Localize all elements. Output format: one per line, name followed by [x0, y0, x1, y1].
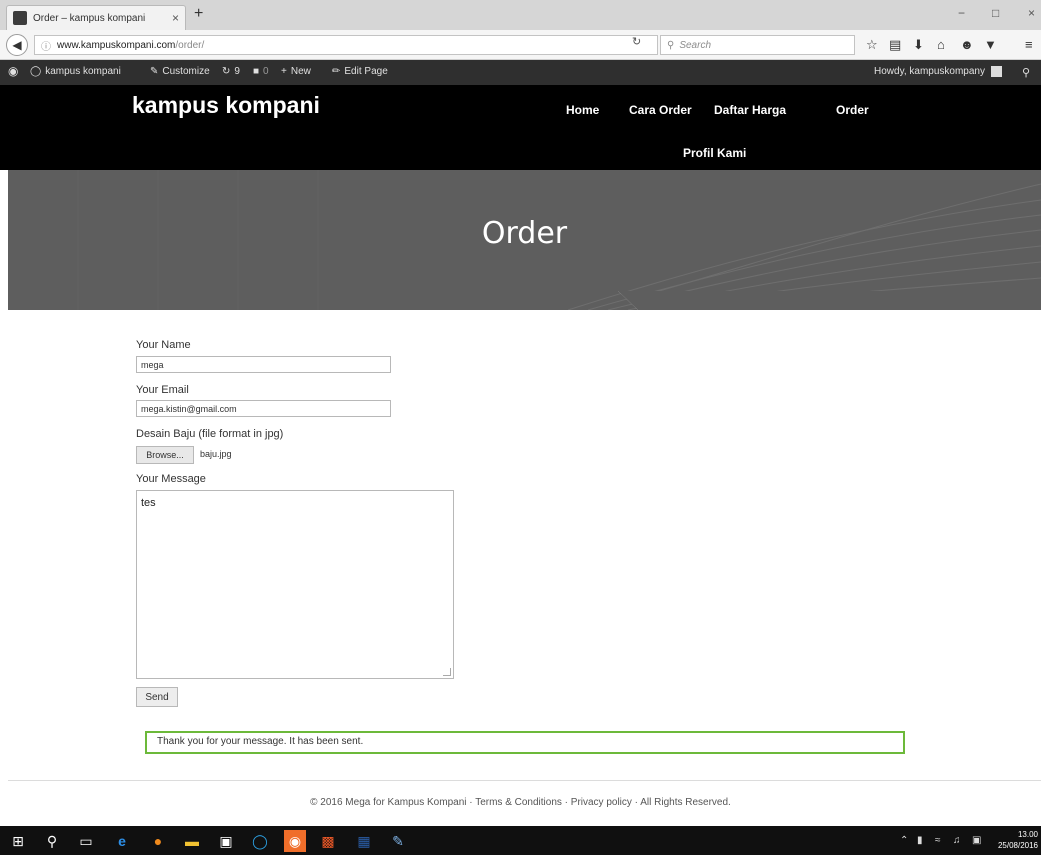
response-message: Thank you for your message. It has been … — [145, 731, 905, 754]
url-bar[interactable]: ⓘ www.kampuskompani.com /order/ — [34, 35, 658, 55]
page-hero: Order — [8, 170, 1041, 310]
site-title[interactable]: kampus kompani — [132, 92, 320, 119]
email-field[interactable] — [136, 400, 391, 417]
send-button[interactable]: Send — [136, 687, 178, 707]
battery-icon[interactable]: ▮ — [917, 835, 923, 846]
smiley-icon[interactable]: ☻ — [960, 37, 974, 52]
app-icon[interactable]: ◯ — [250, 831, 270, 851]
taskbar-clock[interactable]: 13.00 25/08/2016 — [998, 829, 1038, 851]
plus-icon: + — [281, 66, 287, 77]
url-host: www.kampuskompani.com — [57, 39, 176, 51]
url-path: /order/ — [175, 39, 205, 51]
message-textarea[interactable]: tes — [136, 490, 454, 679]
admin-site-link[interactable]: ◯ kampus kompani — [30, 66, 121, 77]
wp-admin-bar: ◉ ◯ kampus kompani ✎ Customize ↻ 9 ■ 0 + New … — [0, 60, 1041, 85]
nav-order[interactable]: Order — [836, 103, 869, 117]
menu-icon[interactable]: ≡ — [1025, 37, 1033, 52]
admin-search-icon[interactable]: ⚲ — [1022, 66, 1030, 79]
search-placeholder: Search — [679, 39, 712, 51]
favicon-icon — [13, 11, 27, 25]
pocket-icon[interactable]: ▼ — [984, 37, 997, 52]
message-label: Your Message — [136, 473, 206, 485]
search-input[interactable]: ⚲ Search — [660, 35, 855, 55]
store-icon[interactable]: ▣ — [216, 831, 236, 851]
browser-tab-bar: Order – kampus kompani × + − □ × — [0, 0, 1041, 30]
message-text: tes — [141, 497, 156, 509]
name-label: Your Name — [136, 339, 191, 351]
new-label: New — [290, 66, 311, 77]
edit-page-label: Edit Page — [344, 66, 388, 77]
account-link[interactable]: Howdy, kampuskompany — [874, 66, 1002, 77]
page-title: Order — [481, 216, 568, 251]
home-icon[interactable]: ⌂ — [937, 37, 945, 52]
hero-bottom-edge — [8, 291, 1041, 310]
wifi-icon[interactable]: ≈ — [935, 835, 941, 846]
tab-title: Order – kampus kompani — [33, 12, 146, 24]
customize-label: Customize — [162, 66, 210, 77]
minimize-button[interactable]: − — [958, 6, 965, 20]
file-label: Desain Baju (file format in jpg) — [136, 428, 284, 440]
reload-icon[interactable]: ↻ — [632, 35, 641, 48]
info-icon[interactable]: ⓘ — [41, 38, 51, 53]
new-tab-button[interactable]: + — [194, 5, 203, 23]
nav-profil-kami[interactable]: Profil Kami — [683, 146, 746, 160]
edge-icon[interactable]: e — [112, 831, 132, 851]
notifications-icon[interactable]: ▣ — [972, 835, 981, 846]
back-arrow-icon[interactable]: ◀ — [6, 34, 28, 56]
clock-date: 25/08/2016 — [997, 841, 1038, 850]
library-icon[interactable]: ▤ — [889, 37, 901, 53]
comments-count: 0 — [263, 66, 269, 77]
dashboard-icon: ◯ — [30, 66, 42, 77]
restore-button[interactable]: □ — [992, 6, 999, 20]
email-label: Your Email — [136, 384, 189, 396]
file-explorer-icon[interactable]: ▬ — [182, 831, 202, 851]
nav-home[interactable]: Home — [566, 103, 599, 117]
brush-icon: ✎ — [150, 66, 159, 77]
new-content-link[interactable]: + New — [281, 66, 311, 77]
firefox-icon[interactable]: ● — [148, 831, 168, 851]
name-field[interactable] — [136, 356, 391, 373]
comments-link[interactable]: ■ 0 — [253, 66, 269, 77]
close-tab-icon[interactable]: × — [172, 11, 179, 25]
windows-taskbar: ⊞ ⚲ ▭ e ● ▬ ▣ ◯ ◉ ▩ ▦ ✎ ⌃ ▮ ≈ ♫ ▣ 13.00 … — [0, 826, 1041, 855]
show-hidden-icons-icon[interactable]: ⌃ — [900, 835, 908, 846]
browse-button[interactable]: Browse... — [136, 446, 194, 464]
updates-icon: ↻ — [222, 66, 231, 77]
resize-handle[interactable] — [443, 668, 451, 676]
selected-file-name: baju.jpg — [200, 449, 232, 459]
close-window-button[interactable]: × — [1028, 6, 1035, 20]
admin-site-name: kampus kompani — [45, 66, 121, 77]
task-view-icon[interactable]: ▭ — [76, 831, 96, 851]
customize-link[interactable]: ✎ Customize — [150, 66, 210, 77]
updates-link[interactable]: ↻ 9 — [222, 66, 240, 77]
download-icon[interactable]: ⬇ — [913, 37, 924, 53]
word-icon[interactable]: ▦ — [354, 831, 374, 851]
bookmark-star-icon[interactable]: ☆ — [866, 37, 878, 53]
search-icon: ⚲ — [667, 39, 675, 51]
howdy-label: Howdy, kampuskompany — [874, 66, 985, 78]
clock-time: 13.00 — [1017, 830, 1038, 839]
start-icon[interactable]: ⊞ — [8, 831, 28, 851]
volume-icon[interactable]: ♫ — [953, 835, 961, 846]
edit-page-link[interactable]: ✏ Edit Page — [332, 66, 388, 77]
comment-icon: ■ — [253, 66, 260, 77]
site-header: kampus kompani Home Cara Order Daftar Ha… — [0, 85, 1041, 170]
footer-text: © 2016 Mega for Kampus Kompani · Terms &… — [310, 797, 731, 808]
avatar — [990, 66, 1002, 77]
xampp-icon[interactable]: ▩ — [318, 831, 338, 851]
nav-daftar-harga[interactable]: Daftar Harga — [714, 103, 786, 117]
search-icon[interactable]: ⚲ — [42, 831, 62, 851]
wordpress-logo-icon[interactable]: ◉ — [8, 64, 18, 78]
paint-icon[interactable]: ✎ — [388, 831, 408, 851]
chrome-icon[interactable]: ◉ — [284, 830, 306, 852]
pencil-icon: ✏ — [332, 66, 341, 77]
updates-count: 9 — [234, 66, 240, 77]
footer-divider — [8, 780, 1041, 781]
browser-tab[interactable]: Order – kampus kompani × — [6, 5, 186, 30]
browser-nav-bar: ◀ ⓘ www.kampuskompani.com /order/ ↻ ⚲ Se… — [0, 30, 1041, 60]
nav-cara-order[interactable]: Cara Order — [629, 103, 692, 117]
